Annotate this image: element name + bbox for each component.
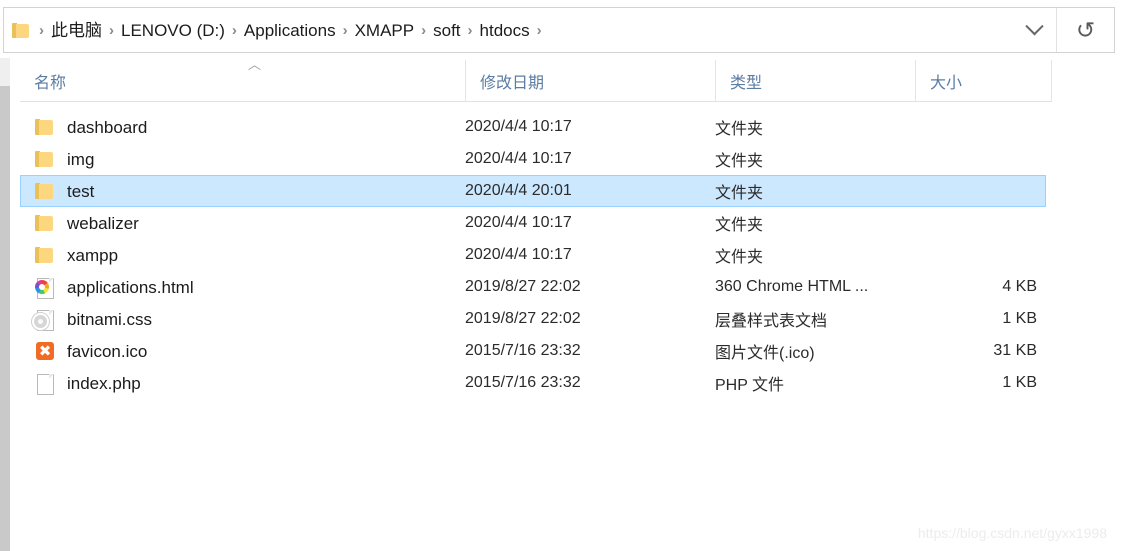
file-date: 2019/8/27 22:02: [465, 278, 581, 295]
table-row-selected[interactable]: test 2020/4/4 20:01 文件夹: [20, 175, 1046, 207]
file-name: img: [67, 149, 95, 169]
file-name: bitnami.css: [67, 309, 153, 329]
table-row[interactable]: img 2020/4/4 10:17 文件夹: [20, 143, 1046, 175]
breadcrumb-separator: ›: [421, 21, 427, 39]
folder-icon: [12, 22, 29, 38]
column-header-type-label: 类型: [730, 74, 763, 92]
file-name: xampp: [67, 245, 119, 265]
file-type: 层叠样式表文档: [715, 313, 828, 330]
file-name-cell: index.php: [21, 373, 465, 395]
vertical-scrollbar[interactable]: [0, 58, 10, 551]
file-list: dashboard 2020/4/4 10:17 文件夹 img 2020/4/…: [20, 111, 1046, 399]
column-header-date-modified-label: 修改日期: [480, 74, 545, 92]
breadcrumb-separator: ›: [39, 21, 44, 39]
table-row[interactable]: index.php 2015/7/16 23:32 PHP 文件 1 KB: [20, 367, 1046, 399]
file-date: 2020/4/4 10:17: [465, 150, 572, 167]
folder-icon: [34, 117, 56, 137]
column-header-date-modified[interactable]: 修改日期: [465, 59, 715, 102]
breadcrumb-separator: ›: [342, 21, 348, 39]
breadcrumb-item-lenovo-d[interactable]: LENOVO (D:): [121, 22, 225, 39]
xampp-icon: ✖: [34, 341, 56, 361]
file-name-cell: webalizer: [21, 213, 465, 233]
scrollbar-thumb[interactable]: [0, 58, 10, 86]
breadcrumb[interactable]: › 此电脑 › LENOVO (D:) › Applications › XMA…: [4, 8, 1012, 52]
file-name: favicon.ico: [67, 341, 148, 361]
file-type: 360 Chrome HTML ...: [715, 278, 869, 295]
table-row[interactable]: xampp 2020/4/4 10:17 文件夹: [20, 239, 1046, 271]
file-date: 2015/7/16 23:32: [465, 342, 581, 359]
file-name-cell: bitnami.css: [21, 309, 465, 331]
table-row[interactable]: bitnami.css 2019/8/27 22:02 层叠样式表文档 1 KB: [20, 303, 1046, 335]
file-size: 1 KB: [1002, 310, 1037, 327]
file-size: 1 KB: [1002, 374, 1037, 391]
column-header-row: 名称 ︿ 修改日期 类型 大小: [20, 56, 1052, 102]
folder-icon: [34, 245, 56, 265]
file-name-cell: img: [21, 149, 465, 169]
file-size: 31 KB: [993, 342, 1037, 359]
column-header-name-label: 名称: [34, 74, 67, 92]
file-name-cell: ✖ favicon.ico: [21, 341, 465, 361]
column-header-size[interactable]: 大小: [915, 59, 1052, 102]
refresh-button[interactable]: ↻: [1056, 8, 1114, 52]
column-header-type[interactable]: 类型: [715, 59, 915, 102]
breadcrumb-separator: ›: [467, 21, 473, 39]
table-row[interactable]: dashboard 2020/4/4 10:17 文件夹: [20, 111, 1046, 143]
file-date: 2019/8/27 22:02: [465, 310, 581, 327]
file-date: 2015/7/16 23:32: [465, 374, 581, 391]
folder-icon: [34, 213, 56, 233]
blank-document-icon: [34, 373, 56, 395]
table-row[interactable]: webalizer 2020/4/4 10:17 文件夹: [20, 207, 1046, 239]
address-history-dropdown-button[interactable]: [1012, 8, 1056, 52]
file-date: 2020/4/4 10:17: [465, 118, 572, 135]
sort-ascending-caret-icon: ︿: [248, 56, 262, 72]
file-name: dashboard: [67, 117, 148, 137]
file-date: 2020/4/4 20:01: [465, 182, 572, 199]
file-name-cell: applications.html: [21, 277, 465, 299]
watermark-text: https://blog.csdn.net/gyxx1998: [917, 525, 1107, 541]
column-header-name[interactable]: 名称 ︿: [20, 56, 465, 102]
file-type: 文件夹: [715, 249, 764, 266]
file-name: webalizer: [67, 213, 139, 233]
file-type: 文件夹: [715, 121, 764, 138]
breadcrumb-separator: ›: [231, 21, 237, 39]
file-size: 4 KB: [1002, 278, 1037, 295]
chrome-html-document-icon: [34, 277, 56, 299]
file-name-cell: dashboard: [21, 117, 465, 137]
file-type: 图片文件(.ico): [715, 345, 815, 362]
file-type: 文件夹: [715, 185, 764, 202]
file-date: 2020/4/4 10:17: [465, 214, 572, 231]
breadcrumb-item-soft[interactable]: soft: [433, 22, 460, 39]
file-name: test: [67, 181, 95, 201]
file-type: 文件夹: [715, 153, 764, 170]
breadcrumb-item-this-pc[interactable]: 此电脑: [51, 22, 102, 39]
table-row[interactable]: applications.html 2019/8/27 22:02 360 Ch…: [20, 271, 1046, 303]
file-name-cell: test: [21, 181, 465, 201]
breadcrumb-separator: ›: [109, 21, 114, 39]
stylesheet-document-icon: [34, 309, 56, 331]
file-name: applications.html: [67, 277, 194, 297]
file-name-cell: xampp: [21, 245, 465, 265]
file-type: PHP 文件: [715, 377, 785, 394]
column-header-size-label: 大小: [930, 74, 963, 92]
refresh-icon: ↻: [1075, 16, 1096, 43]
breadcrumb-item-applications[interactable]: Applications: [244, 22, 336, 39]
breadcrumb-item-xmapp[interactable]: XMAPP: [355, 22, 415, 39]
file-name: index.php: [67, 373, 141, 393]
table-row[interactable]: ✖ favicon.ico 2015/7/16 23:32 图片文件(.ico)…: [20, 335, 1046, 367]
folder-icon: [34, 181, 56, 201]
address-bar[interactable]: › 此电脑 › LENOVO (D:) › Applications › XMA…: [3, 7, 1115, 53]
folder-icon: [34, 149, 56, 169]
file-date: 2020/4/4 10:17: [465, 246, 572, 263]
breadcrumb-separator: ›: [536, 21, 542, 39]
chevron-down-icon: [1024, 16, 1044, 35]
breadcrumb-item-htdocs[interactable]: htdocs: [480, 22, 530, 39]
file-type: 文件夹: [715, 217, 764, 234]
